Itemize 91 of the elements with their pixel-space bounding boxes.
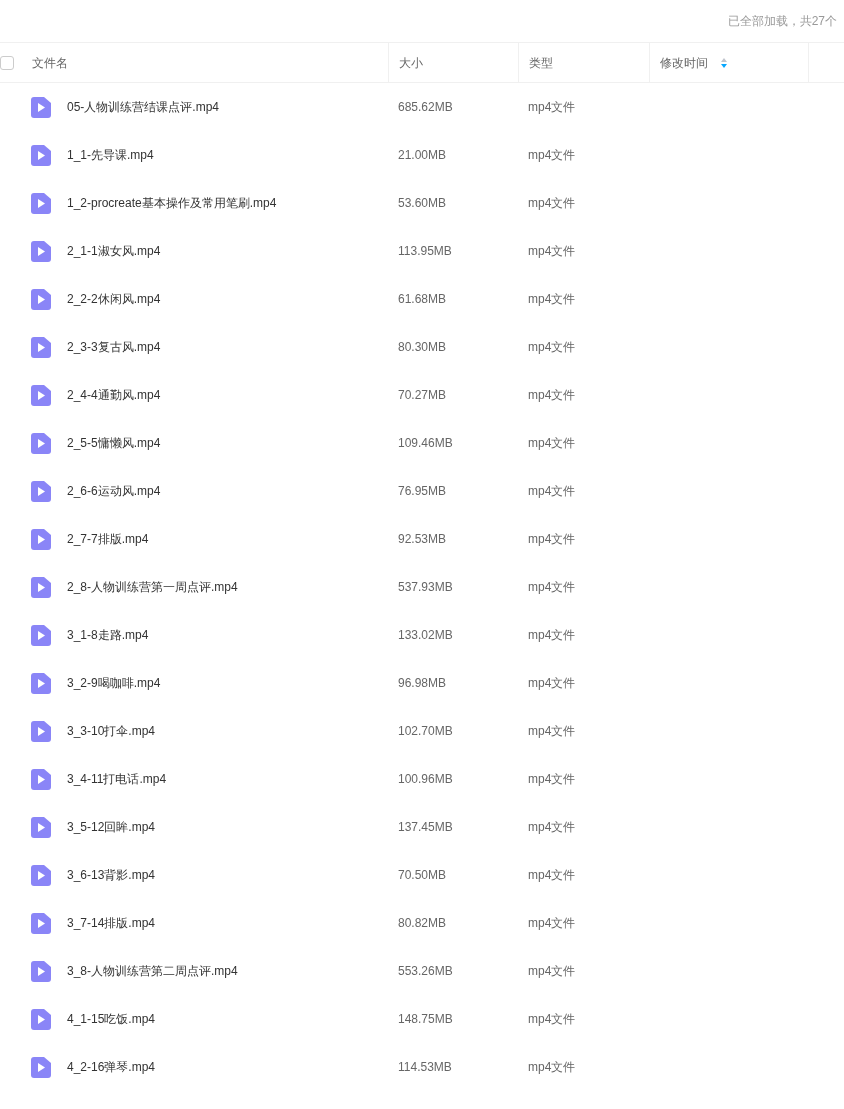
file-type: mp4文件 — [527, 963, 577, 980]
file-size: 114.53MB — [397, 1059, 453, 1076]
video-file-icon — [31, 432, 51, 454]
file-size: 70.50MB — [397, 867, 448, 884]
video-file-icon — [31, 864, 51, 886]
video-file-icon — [31, 192, 51, 214]
file-type: mp4文件 — [527, 147, 577, 164]
video-file-icon — [31, 480, 51, 502]
file-size: 92.53MB — [397, 531, 448, 548]
select-all-checkbox[interactable] — [0, 55, 14, 70]
file-size: 100.96MB — [397, 771, 454, 788]
file-type: mp4文件 — [527, 675, 577, 692]
file-name[interactable]: 2_4-4通勤风.mp4 — [67, 386, 161, 404]
video-file-icon — [31, 960, 51, 982]
file-size: 80.30MB — [397, 339, 448, 356]
file-size: 537.93MB — [397, 579, 454, 596]
file-name[interactable]: 2_7-7排版.mp4 — [67, 530, 149, 548]
video-file-icon — [31, 768, 51, 790]
column-header[interactable]: 大小 — [399, 53, 423, 72]
file-name[interactable]: 3_7-14排版.mp4 — [67, 914, 156, 932]
file-type: mp4文件 — [527, 627, 577, 644]
file-type: mp4文件 — [527, 435, 577, 452]
file-name[interactable]: 3_6-13背影.mp4 — [67, 866, 156, 884]
file-type: mp4文件 — [527, 915, 577, 932]
file-size: 61.68MB — [397, 291, 448, 308]
video-file-icon — [31, 672, 51, 694]
file-type: mp4文件 — [527, 99, 577, 116]
file-type: mp4文件 — [527, 291, 577, 308]
file-size: 113.95MB — [397, 243, 453, 260]
video-file-icon — [31, 720, 51, 742]
video-file-icon — [31, 912, 51, 934]
file-type: mp4文件 — [527, 819, 577, 836]
file-name[interactable]: 3_5-12回眸.mp4 — [67, 818, 156, 836]
file-type: mp4文件 — [527, 1059, 577, 1076]
column-header[interactable]: 类型 — [529, 53, 553, 72]
file-type: mp4文件 — [527, 771, 577, 788]
file-size: 133.02MB — [397, 627, 454, 644]
file-type: mp4文件 — [527, 387, 577, 404]
file-name[interactable]: 1_1-先导课.mp4 — [67, 146, 154, 164]
file-size: 21.00MB — [397, 147, 448, 164]
file-type: mp4文件 — [527, 531, 577, 548]
file-name[interactable]: 3_3-10打伞.mp4 — [67, 722, 156, 740]
file-name[interactable]: 2_5-5慵懒风.mp4 — [67, 434, 161, 452]
file-name[interactable]: 2_1-1淑女风.mp4 — [67, 242, 161, 260]
video-file-icon — [31, 624, 51, 646]
file-name[interactable]: 3_1-8走路.mp4 — [67, 626, 149, 644]
video-file-icon — [31, 240, 51, 262]
file-name[interactable]: 2_2-2休闲风.mp4 — [67, 290, 161, 308]
file-name[interactable]: 2_3-3复古风.mp4 — [67, 338, 161, 356]
file-type: mp4文件 — [527, 1011, 577, 1028]
file-name[interactable]: 3_2-9喝咖啡.mp4 — [67, 674, 161, 692]
column-header[interactable]: 文件名 — [32, 53, 68, 72]
file-type: mp4文件 — [527, 195, 577, 212]
file-name[interactable]: 3_4-11打电话.mp4 — [67, 770, 167, 788]
video-file-icon — [31, 384, 51, 406]
video-file-icon — [31, 816, 51, 838]
file-size: 53.60MB — [397, 195, 448, 212]
file-name[interactable]: 2_6-6运动风.mp4 — [67, 482, 161, 500]
file-size: 70.27MB — [397, 387, 448, 404]
video-file-icon — [31, 96, 51, 118]
file-size: 109.46MB — [397, 435, 454, 452]
column-header[interactable]: 修改时间 — [660, 53, 708, 72]
file-type: mp4文件 — [527, 867, 577, 884]
video-file-icon — [31, 1056, 51, 1078]
file-size: 102.70MB — [397, 723, 454, 740]
file-name[interactable]: 3_8-人物训练营第二周点评.mp4 — [67, 962, 238, 980]
video-file-icon — [31, 576, 51, 598]
file-size: 148.75MB — [397, 1011, 454, 1028]
file-type: mp4文件 — [527, 243, 577, 260]
file-size: 137.45MB — [397, 819, 454, 836]
video-file-icon — [31, 1008, 51, 1030]
video-file-icon — [31, 336, 51, 358]
file-type: mp4文件 — [527, 579, 577, 596]
file-name[interactable]: 1_2-procreate基本操作及常用笔刷.mp4 — [67, 194, 277, 212]
file-size: 685.62MB — [397, 99, 454, 116]
file-name[interactable]: 2_8-人物训练营第一周点评.mp4 — [67, 578, 238, 596]
loaded-count-text: 已全部加载，共27个 — [727, 13, 837, 30]
file-size: 76.95MB — [397, 483, 448, 500]
file-type: mp4文件 — [527, 723, 577, 740]
file-type: mp4文件 — [527, 483, 577, 500]
file-name[interactable]: 4_1-15吃饭.mp4 — [67, 1010, 156, 1028]
file-name[interactable]: 4_2-16弹琴.mp4 — [67, 1058, 156, 1076]
file-size: 553.26MB — [397, 963, 454, 980]
file-size: 96.98MB — [397, 675, 448, 692]
file-type: mp4文件 — [527, 339, 577, 356]
sort-icon[interactable] — [720, 56, 728, 69]
video-file-icon — [31, 288, 51, 310]
file-size: 80.82MB — [397, 915, 448, 932]
video-file-icon — [31, 144, 51, 166]
file-name[interactable]: 05-人物训练营结课点评.mp4 — [67, 98, 220, 116]
video-file-icon — [31, 528, 51, 550]
